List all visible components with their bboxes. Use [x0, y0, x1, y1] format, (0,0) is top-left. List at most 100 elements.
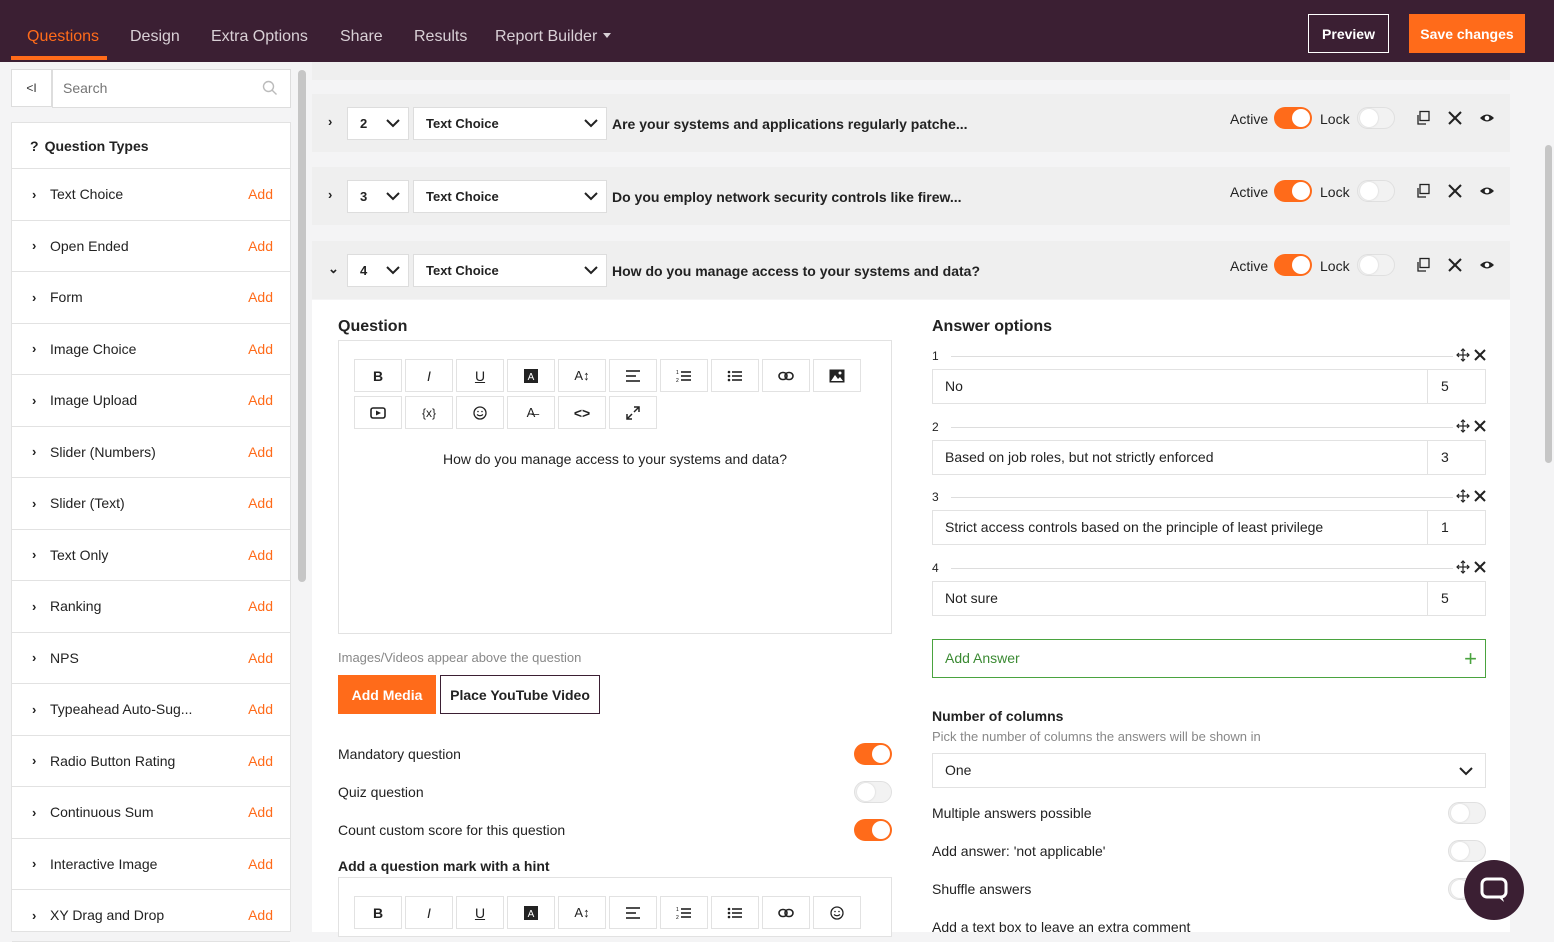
add-question-type-button[interactable]: Add — [248, 289, 273, 305]
active-toggle[interactable] — [1274, 254, 1312, 276]
copy-icon[interactable] — [1415, 183, 1431, 199]
add-question-type-button[interactable]: Add — [248, 701, 273, 717]
eye-icon[interactable] — [1479, 183, 1495, 199]
question-type-item[interactable]: › Image Upload Add — [12, 375, 290, 427]
drag-handle-icon[interactable] — [1456, 560, 1470, 574]
question-type-select[interactable]: Text Choice — [413, 180, 607, 213]
toolbar-font-color-button[interactable]: A — [507, 359, 555, 392]
add-question-type-button[interactable]: Add — [248, 238, 273, 254]
quiz-question-toggle[interactable] — [854, 781, 892, 803]
question-type-item[interactable]: › NPS Add — [12, 633, 290, 684]
add-question-type-button[interactable]: Add — [248, 341, 273, 357]
question-type-item[interactable]: › Open Ended Add — [12, 221, 290, 272]
question-type-item[interactable]: › Slider (Numbers) Add — [12, 427, 290, 478]
toolbar-image-button[interactable] — [813, 359, 861, 392]
add-question-type-button[interactable]: Add — [248, 186, 273, 202]
hint-toolbar-font-size-button[interactable]: A↕ — [558, 896, 606, 929]
toolbar-code-button[interactable]: <> — [558, 396, 606, 429]
question-type-select[interactable]: Text Choice — [413, 107, 607, 140]
question-type-item[interactable]: › Typeahead Auto-Sug... Add — [12, 684, 290, 736]
active-toggle[interactable] — [1274, 180, 1312, 202]
answer-text-input[interactable]: Not sure — [932, 581, 1428, 616]
main-scrollbar[interactable] — [1545, 145, 1552, 463]
add-question-type-button[interactable]: Add — [248, 650, 273, 666]
answer-score-input[interactable]: 5 — [1427, 581, 1486, 616]
hint-toolbar-bullet-list-button[interactable] — [711, 896, 759, 929]
chevron-right-icon[interactable]: › — [328, 114, 332, 129]
question-type-item[interactable]: › Text Choice Add — [12, 169, 290, 221]
add-question-type-button[interactable]: Add — [248, 907, 273, 923]
question-row[interactable]: › 2 Text Choice Are your systems and applic… — [312, 94, 1510, 152]
sidebar-scrollbar[interactable] — [298, 70, 306, 582]
question-title[interactable]: Are your systems and applications regula… — [612, 116, 968, 132]
question-row[interactable]: ⌄ 4 Text Choice How do you manage access to… — [312, 241, 1510, 299]
question-type-select[interactable]: Text Choice — [413, 254, 607, 287]
hint-toolbar-ordered-list-button[interactable]: 12 — [660, 896, 708, 929]
close-icon[interactable] — [1447, 110, 1463, 126]
search-input[interactable] — [53, 70, 243, 106]
chevron-right-icon[interactable]: › — [328, 187, 332, 202]
toolbar-bold-button[interactable]: B — [354, 359, 402, 392]
toolbar-clear-format-button[interactable]: A̶ — [507, 396, 555, 429]
add-question-type-button[interactable]: Add — [248, 444, 273, 460]
hint-toolbar-font-color-button[interactable]: A — [507, 896, 555, 929]
collapse-sidebar-button[interactable]: <I — [11, 69, 52, 107]
tab-share[interactable]: Share — [340, 0, 383, 62]
copy-icon[interactable] — [1415, 110, 1431, 126]
add-question-type-button[interactable]: Add — [248, 753, 273, 769]
question-type-item[interactable]: › Radio Button Rating Add — [12, 736, 290, 787]
question-type-item[interactable]: › Form Add — [12, 272, 290, 324]
lock-toggle[interactable] — [1357, 254, 1395, 276]
toolbar-italic-button[interactable]: I — [405, 359, 453, 392]
close-icon[interactable] — [1447, 183, 1463, 199]
hint-toolbar-align-button[interactable] — [609, 896, 657, 929]
preview-button[interactable]: Preview — [1308, 14, 1389, 53]
answer-text-input[interactable]: No — [932, 369, 1428, 404]
lock-toggle[interactable] — [1357, 180, 1395, 202]
toolbar-align-button[interactable] — [609, 359, 657, 392]
question-title[interactable]: How do you manage access to your systems… — [612, 263, 980, 279]
multiple-answers-toggle[interactable] — [1448, 802, 1486, 824]
question-type-item[interactable]: › Slider (Text) Add — [12, 478, 290, 530]
not-applicable-toggle[interactable] — [1448, 840, 1486, 862]
add-question-type-button[interactable]: Add — [248, 804, 273, 820]
question-text[interactable]: How do you manage access to your systems… — [338, 451, 892, 467]
question-number-select[interactable]: 2 — [347, 107, 409, 140]
tab-extra-options[interactable]: Extra Options — [211, 0, 308, 62]
hint-toolbar-underline-button[interactable]: U — [456, 896, 504, 929]
save-changes-button[interactable]: Save changes — [1409, 14, 1525, 53]
tab-results[interactable]: Results — [414, 0, 467, 62]
question-type-item[interactable]: › XY Drag and Drop Add — [12, 890, 290, 942]
mandatory-question-toggle[interactable] — [854, 743, 892, 765]
search-field[interactable] — [52, 69, 291, 108]
question-number-select[interactable]: 4 — [347, 254, 409, 287]
add-question-type-button[interactable]: Add — [248, 598, 273, 614]
hint-toolbar-italic-button[interactable]: I — [405, 896, 453, 929]
toolbar-emoji-button[interactable] — [456, 396, 504, 429]
question-type-item[interactable]: › Text Only Add — [12, 530, 290, 581]
remove-answer-icon[interactable] — [1474, 561, 1486, 573]
question-type-item[interactable]: › Interactive Image Add — [12, 839, 290, 890]
copy-icon[interactable] — [1415, 257, 1431, 273]
chat-button[interactable] — [1464, 860, 1524, 920]
add-question-type-button[interactable]: Add — [248, 547, 273, 563]
add-answer-button[interactable]: Add Answer + — [932, 639, 1486, 678]
custom-score-toggle[interactable] — [854, 819, 892, 841]
drag-handle-icon[interactable] — [1456, 348, 1470, 362]
remove-answer-icon[interactable] — [1474, 349, 1486, 361]
question-row[interactable]: › 3 Text Choice Do you employ network secur… — [312, 167, 1510, 225]
question-type-item[interactable]: › Ranking Add — [12, 581, 290, 633]
remove-answer-icon[interactable] — [1474, 420, 1486, 432]
answer-score-input[interactable]: 1 — [1427, 510, 1486, 545]
answer-score-input[interactable]: 3 — [1427, 440, 1486, 475]
eye-icon[interactable] — [1479, 257, 1495, 273]
question-title[interactable]: Do you employ network security controls … — [612, 189, 962, 205]
answer-score-input[interactable]: 5 — [1427, 369, 1486, 404]
drag-handle-icon[interactable] — [1456, 489, 1470, 503]
toolbar-bullet-list-button[interactable] — [711, 359, 759, 392]
question-number-select[interactable]: 3 — [347, 180, 409, 213]
add-question-type-button[interactable]: Add — [248, 856, 273, 872]
toolbar-ordered-list-button[interactable]: 12 — [660, 359, 708, 392]
tab-questions[interactable]: Questions — [27, 0, 99, 62]
lock-toggle[interactable] — [1357, 107, 1395, 129]
